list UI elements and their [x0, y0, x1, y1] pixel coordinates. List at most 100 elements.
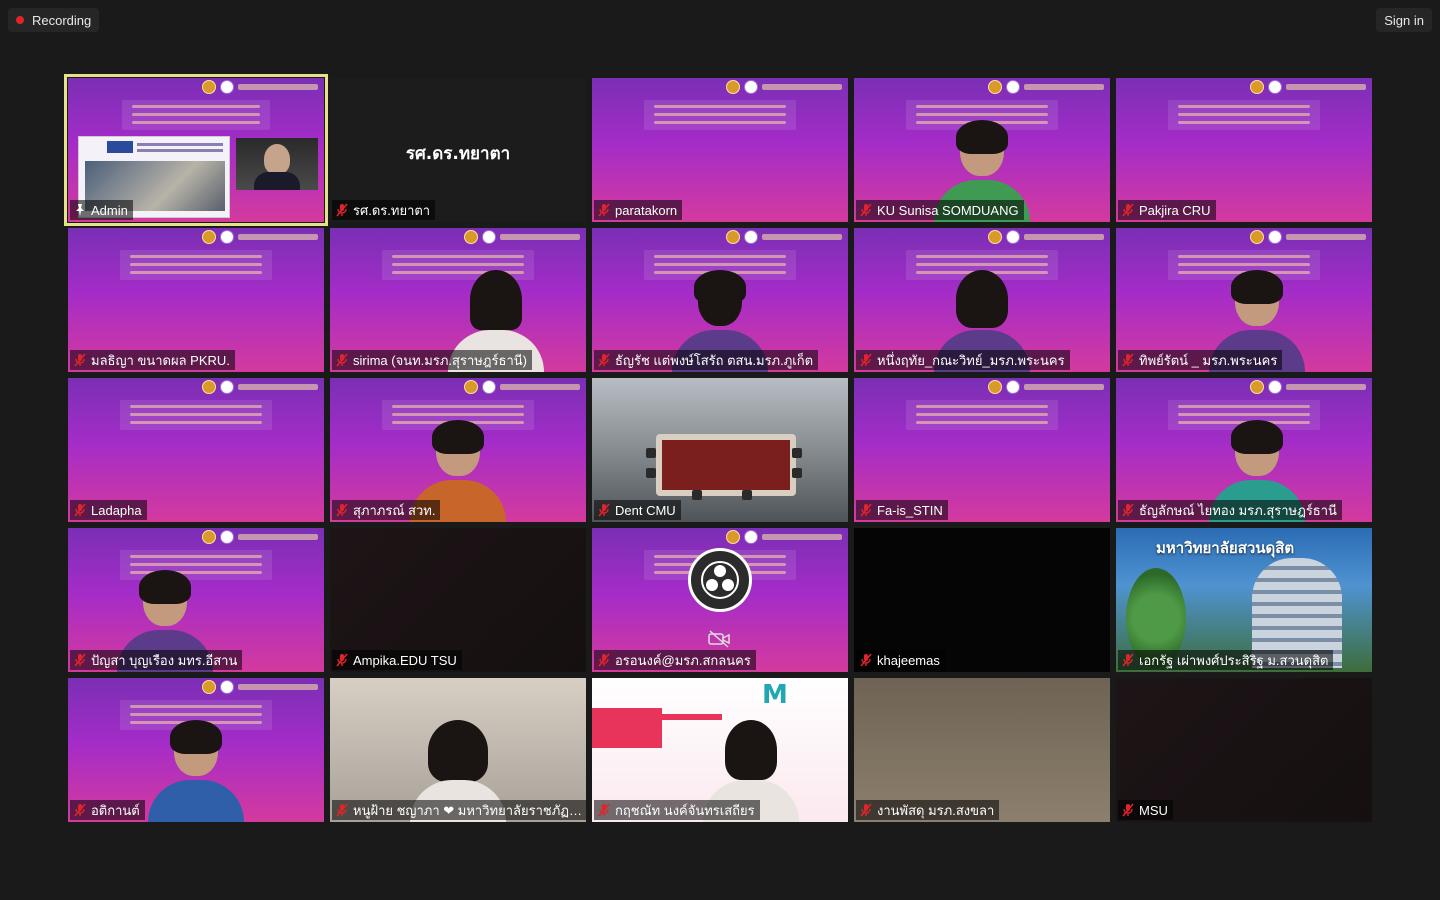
university-seal-icon: [988, 380, 1002, 394]
participant-nametag: มลธิญา ขนาดผล PKRU.: [70, 350, 235, 370]
sign-in-label: Sign in: [1384, 12, 1424, 28]
university-seal-icon: [202, 80, 216, 94]
participant-name: ธัญลักษณ์ ไยทอง มรภ.สุราษฎร์ธานี: [1139, 502, 1337, 518]
video-tile[interactable]: รศ.ดร.ทยาตา รศ.ดร.ทยาตา: [330, 78, 586, 222]
ministry-seal-icon: [744, 230, 758, 244]
video-tile[interactable]: ปัญสา บุญเรือง มทร.อีสาน: [68, 528, 324, 672]
mic-muted-icon: [74, 803, 86, 817]
gallery-view: Admin รศ.ดร.ทยาตา รศ.ดร.ทยาตา paratakorn…: [64, 74, 1372, 822]
participant-name: Pakjira CRU: [1139, 202, 1211, 218]
recording-label: Recording: [32, 12, 92, 28]
university-seal-icon: [464, 380, 478, 394]
participant-name: อติกานต์: [91, 802, 140, 818]
meeting-room-table: [656, 434, 796, 496]
video-tile[interactable]: MSU: [1116, 678, 1372, 822]
slide-title-box: [906, 400, 1058, 430]
participant-name: paratakorn: [615, 202, 678, 218]
university-seal-icon: [1250, 80, 1264, 94]
ministry-seal-icon: [744, 530, 758, 544]
participant-name: MSU: [1139, 802, 1168, 818]
participant-nametag: หนึ่งฤทัย_กณะวิทย์_มรภ.พระนคร: [856, 350, 1070, 370]
participant-name: Ladapha: [91, 502, 142, 518]
mic-muted-icon: [598, 353, 610, 367]
ministry-seal-icon: [220, 530, 234, 544]
ministry-seal-icon: [1268, 230, 1282, 244]
participant-nametag: MSU: [1118, 800, 1173, 820]
ministry-seal-icon: [1006, 80, 1020, 94]
participant-nametag: หนูฝ้าย ชญาภา ❤ มหาวิทยาลัยราชภัฏภูเก็ต: [332, 800, 586, 820]
video-tile[interactable]: Pakjira CRU: [1116, 78, 1372, 222]
video-tile[interactable]: Ampika.EDU TSU: [330, 528, 586, 672]
mic-muted-icon: [860, 803, 872, 817]
ministry-seal-icon: [1268, 80, 1282, 94]
participant-name: หนึ่งฤทัย_กณะวิทย์_มรภ.พระนคร: [877, 352, 1065, 368]
ministry-seal-icon: [1006, 380, 1020, 394]
video-tile[interactable]: M กฤชณัท นงค์จันทรเสถียร: [592, 678, 848, 822]
video-tile[interactable]: อรอนงค์@มรภ.สกลนคร: [592, 528, 848, 672]
slide-title-box: [120, 250, 272, 280]
mic-muted-icon: [74, 653, 86, 667]
participant-name: หนูฝ้าย ชญาภา ❤ มหาวิทยาลัยราชภัฏภูเก็ต: [353, 802, 583, 818]
video-tile[interactable]: Ladapha: [68, 378, 324, 522]
university-seal-icon: [988, 230, 1002, 244]
presenter-camera: [236, 138, 318, 190]
video-tile[interactable]: อติกานต์: [68, 678, 324, 822]
sign-in-button[interactable]: Sign in: [1376, 8, 1432, 32]
ministry-seal-icon: [220, 680, 234, 694]
participant-nametag: อติกานต์: [70, 800, 145, 820]
mic-muted-icon: [74, 503, 86, 517]
video-tile-active-speaker[interactable]: Admin: [64, 74, 328, 226]
participant-name: ธัญรัช แต่พงษ์โสรัถ ตสน.มรภ.ภูเก็ต: [615, 352, 814, 368]
video-tile[interactable]: sirima (จนท.มรภ.สุราษฎร์ธานี): [330, 228, 586, 372]
participant-name: งานพัสดุ มรภ.สงขลา: [877, 802, 995, 818]
ministry-seal-icon: [220, 380, 234, 394]
video-tile[interactable]: หนึ่งฤทัย_กณะวิทย์_มรภ.พระนคร: [854, 228, 1110, 372]
video-tile[interactable]: paratakorn: [592, 78, 848, 222]
recording-indicator[interactable]: Recording: [8, 8, 100, 32]
video-tile[interactable]: หนูฝ้าย ชญาภา ❤ มหาวิทยาลัยราชภัฏภูเก็ต: [330, 678, 586, 822]
video-tile[interactable]: ธัญลักษณ์ ไยทอง มรภ.สุราษฎร์ธานี: [1116, 378, 1372, 522]
video-tile[interactable]: Dent CMU: [592, 378, 848, 522]
video-tile[interactable]: ธัญรัช แต่พงษ์โสรัถ ตสน.มรภ.ภูเก็ต: [592, 228, 848, 372]
video-tile[interactable]: มลธิญา ขนาดผล PKRU.: [68, 228, 324, 372]
ministry-seal-icon: [1006, 230, 1020, 244]
university-seal-icon: [464, 230, 478, 244]
participant-name: รศ.ดร.ทยาตา: [353, 202, 431, 218]
participant-name: กฤชณัท นงค์จันทรเสถียร: [615, 802, 755, 818]
participant-name: khajeemas: [877, 652, 940, 668]
participant-nametag: Ampika.EDU TSU: [332, 650, 462, 670]
participant-nametag: ปัญสา บุญเรือง มทร.อีสาน: [70, 650, 243, 670]
participant-nametag: ธัญรัช แต่พงษ์โสรัถ ตสน.มรภ.ภูเก็ต: [594, 350, 819, 370]
ministry-seal-icon: [1268, 380, 1282, 394]
participant-name: มลธิญา ขนาดผล PKRU.: [91, 352, 230, 368]
ministry-seal-icon: [744, 80, 758, 94]
participant-nametag: ธัญลักษณ์ ไยทอง มรภ.สุราษฎร์ธานี: [1118, 500, 1342, 520]
participant-nametag: KU Sunisa SOMDUANG: [856, 200, 1024, 220]
video-tile[interactable]: มหาวิทยาลัยสวนดุสิต เอกรัฐ เผ่าพงศ์ประสิ…: [1116, 528, 1372, 672]
participant-nametag: เอกรัฐ เผ่าพงศ์ประสิริฐ ม.สวนดุสิต: [1118, 650, 1334, 670]
video-tile[interactable]: ทิพย์รัตน์ _ มรภ.พระนคร: [1116, 228, 1372, 372]
virtual-background-stripe: [662, 714, 722, 720]
participant-nametag: Pakjira CRU: [1118, 200, 1216, 220]
mic-muted-icon: [1122, 353, 1134, 367]
obs-logo-icon: [688, 548, 752, 612]
participant-name: อรอนงค์@มรภ.สกลนคร: [615, 652, 751, 668]
video-tile[interactable]: งานพัสดุ มรภ.สงขลา: [854, 678, 1110, 822]
ministry-seal-icon: [220, 80, 234, 94]
ministry-seal-icon: [482, 230, 496, 244]
mic-muted-icon: [860, 503, 872, 517]
video-tile[interactable]: Fa-is_STIN: [854, 378, 1110, 522]
virtual-background-banner: [592, 708, 662, 748]
participant-name: Admin: [91, 202, 128, 218]
university-seal-icon: [726, 80, 740, 94]
participant-nametag: Fa-is_STIN: [856, 500, 948, 520]
participant-name: Fa-is_STIN: [877, 502, 943, 518]
video-tile[interactable]: KU Sunisa SOMDUANG: [854, 78, 1110, 222]
mic-muted-icon: [1122, 803, 1134, 817]
video-tile[interactable]: khajeemas: [854, 528, 1110, 672]
mic-muted-icon: [336, 353, 348, 367]
participant-nametag: paratakorn: [594, 200, 683, 220]
video-tile[interactable]: สุภาภรณ์ สวท.: [330, 378, 586, 522]
participant-nametag: Admin: [70, 200, 133, 220]
slide-heading: [238, 84, 318, 90]
